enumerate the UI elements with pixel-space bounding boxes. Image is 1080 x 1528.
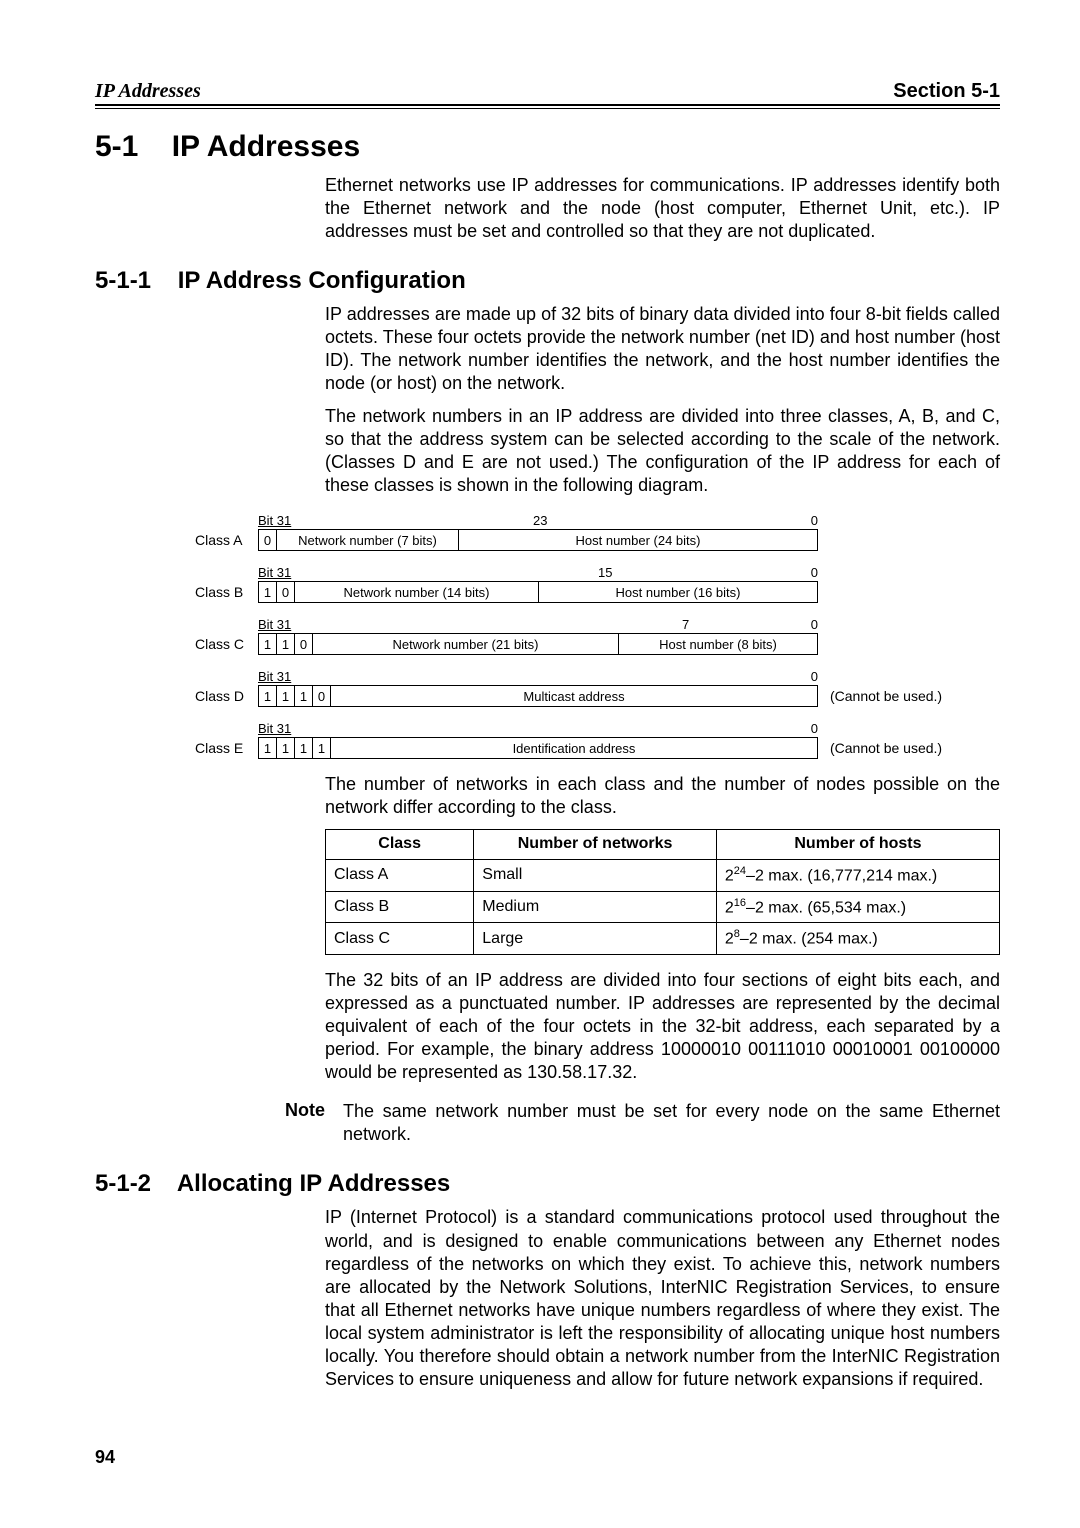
tick-0: 0 — [811, 669, 818, 684]
bit-cell: 1 — [259, 738, 277, 758]
class-c-label: Class C — [195, 633, 258, 655]
page-number: 94 — [95, 1447, 115, 1468]
bit-cell: 1 — [295, 686, 313, 706]
cell-class: Class A — [326, 859, 474, 891]
class-d-label: Class D — [195, 685, 258, 707]
th-hosts: Number of hosts — [716, 830, 999, 859]
body-cell: Multicast address — [331, 686, 817, 706]
bit-cell: 1 — [259, 634, 277, 654]
net-cell: Network number (7 bits) — [277, 530, 459, 550]
class-a-label: Class A — [195, 529, 258, 551]
class-e-label: Class E — [195, 737, 258, 759]
heading-title: Allocating IP Addresses — [177, 1170, 450, 1197]
bit-cell: 1 — [313, 738, 331, 758]
tick-23: 23 — [533, 513, 547, 528]
tick-bit31: Bit 31 — [258, 721, 291, 736]
note-label: Note — [245, 1100, 343, 1146]
tick-0: 0 — [811, 513, 818, 528]
note-block: Note The same network number must be set… — [245, 1100, 1000, 1146]
paragraph: The 32 bits of an IP address are divided… — [325, 969, 1000, 1084]
bit-cell: 1 — [277, 634, 295, 654]
ip-class-diagram: Bit 31 23 0 Class A 0 Network number (7 … — [195, 513, 1000, 759]
class-table: Class Number of networks Number of hosts… — [325, 829, 1000, 955]
cannot-be-used: (Cannot be used.) — [830, 685, 942, 707]
bit-cell: 1 — [259, 582, 277, 602]
host-cell: Host number (16 bits) — [539, 582, 817, 602]
heading-number: 5-1-2 — [95, 1170, 151, 1197]
bit-cell: 1 — [277, 686, 295, 706]
cell-class: Class B — [326, 891, 474, 923]
heading-title: IP Addresses — [172, 130, 360, 163]
class-b-label: Class B — [195, 581, 258, 603]
net-cell: Network number (21 bits) — [313, 634, 619, 654]
cell-networks: Small — [474, 859, 717, 891]
cell-hosts: 224–2 max. (16,777,214 max.) — [716, 859, 999, 891]
tick-bit31: Bit 31 — [258, 513, 291, 528]
paragraph: IP addresses are made up of 32 bits of b… — [325, 303, 1000, 395]
bit-cell: 1 — [277, 738, 295, 758]
cannot-be-used: (Cannot be used.) — [830, 737, 942, 759]
heading-number: 5-1 — [95, 130, 138, 163]
paragraph: The network numbers in an IP address are… — [325, 405, 1000, 497]
cell-networks: Medium — [474, 891, 717, 923]
heading-number: 5-1-1 — [95, 267, 151, 294]
note-text: The same network number must be set for … — [343, 1100, 1000, 1146]
heading-5-1-1: 5-1-1 IP Address Configuration — [95, 267, 1000, 295]
cell-class: Class C — [326, 923, 474, 955]
bit-cell: 0 — [313, 686, 331, 706]
bit-cell: 0 — [277, 582, 295, 602]
cell-networks: Large — [474, 923, 717, 955]
paragraph: The number of networks in each class and… — [325, 773, 1000, 819]
bit-cell: 1 — [295, 738, 313, 758]
tick-bit31: Bit 31 — [258, 669, 291, 684]
table-row: Class B Medium 216–2 max. (65,534 max.) — [326, 891, 1000, 923]
tick-bit31: Bit 31 — [258, 565, 291, 580]
net-cell: Network number (14 bits) — [295, 582, 539, 602]
bit-cell: 0 — [295, 634, 313, 654]
tick-15: 15 — [598, 565, 612, 580]
tick-bit31: Bit 31 — [258, 617, 291, 632]
heading-5-1: 5-1 IP Addresses — [95, 130, 1000, 164]
cell-hosts: 216–2 max. (65,534 max.) — [716, 891, 999, 923]
host-cell: Host number (8 bits) — [619, 634, 817, 654]
tick-7: 7 — [682, 617, 689, 632]
heading-title: IP Address Configuration — [178, 267, 466, 294]
running-head-right: Section 5-1 — [893, 80, 1000, 103]
host-cell: Host number (24 bits) — [459, 530, 817, 550]
table-row: Class A Small 224–2 max. (16,777,214 max… — [326, 859, 1000, 891]
running-head-left: IP Addresses — [95, 80, 201, 103]
table-row: Class C Large 28–2 max. (254 max.) — [326, 923, 1000, 955]
body-cell: Identification address — [331, 738, 817, 758]
cell-hosts: 28–2 max. (254 max.) — [716, 923, 999, 955]
tick-0: 0 — [811, 565, 818, 580]
bit-cell: 1 — [259, 686, 277, 706]
intro-paragraph: Ethernet networks use IP addresses for c… — [325, 174, 1000, 243]
tick-0: 0 — [811, 617, 818, 632]
bit-cell: 0 — [259, 530, 277, 550]
tick-0: 0 — [811, 721, 818, 736]
heading-5-1-2: 5-1-2 Allocating IP Addresses — [95, 1170, 1000, 1198]
th-class: Class — [326, 830, 474, 859]
th-networks: Number of networks — [474, 830, 717, 859]
paragraph: IP (Internet Protocol) is a standard com… — [325, 1206, 1000, 1390]
